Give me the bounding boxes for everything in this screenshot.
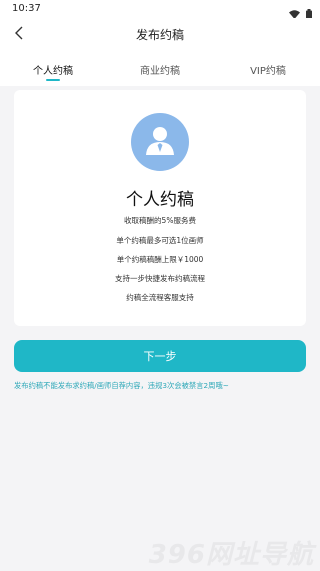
- feature-item: 单个约稿稿酬上限￥1000: [116, 255, 204, 264]
- avatar: [131, 113, 189, 171]
- feature-item: 支持一步快捷发布约稿流程: [115, 274, 205, 283]
- next-step-button[interactable]: 下一步: [14, 340, 306, 372]
- notice-text: 发布约稿不能发布求约稿/画师自荐内容，违规3次会被禁言2周哦~: [14, 381, 229, 390]
- tab-vip[interactable]: VIP约稿: [243, 62, 293, 77]
- watermark-logo: 396网址导航: [148, 540, 314, 570]
- card-title: 个人约稿: [126, 190, 194, 210]
- nav-bar: 发布约稿: [0, 18, 320, 50]
- page-title: 发布约稿: [135, 28, 184, 42]
- status-bar: 10:37: [0, 0, 320, 19]
- tab-bar: 个人约稿 商业约稿 VIP约稿: [0, 50, 320, 86]
- tab-business[interactable]: 商业约稿: [135, 62, 185, 77]
- feature-item: 约稿全流程客服支持: [126, 293, 194, 302]
- tab-personal[interactable]: 个人约稿: [28, 62, 78, 77]
- status-time: 10:37: [12, 3, 41, 14]
- feature-item: 收取稿酬的5%服务费: [124, 216, 196, 225]
- plan-card: 个人约稿 收取稿酬的5%服务费 单个约稿最多可选1位画师 单个约稿稿酬上限￥10…: [14, 90, 306, 326]
- person-avatar-icon: [143, 123, 177, 161]
- tab-active-indicator: [46, 79, 60, 81]
- feature-item: 单个约稿最多可选1位画师: [116, 236, 204, 245]
